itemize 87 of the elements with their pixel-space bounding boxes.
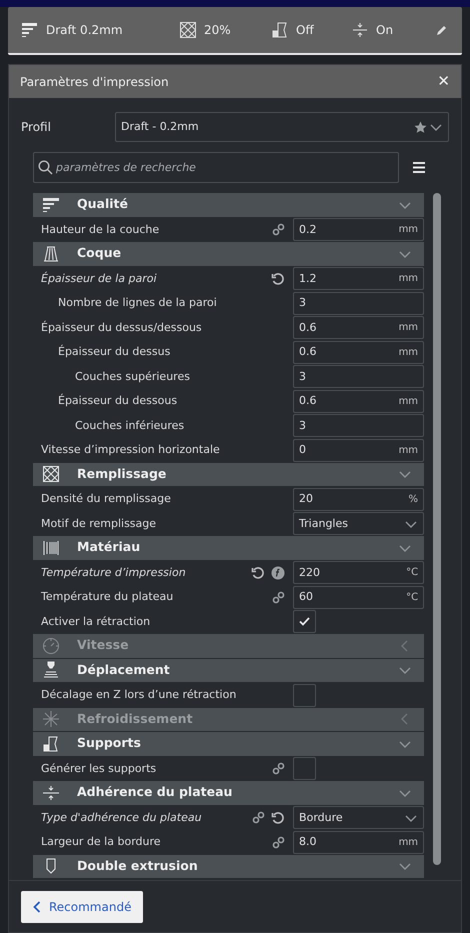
support-icon xyxy=(272,22,288,38)
number-field[interactable]: 0.6 mm xyxy=(293,390,424,413)
pencil-icon[interactable] xyxy=(436,24,448,36)
setting-label: Température du plateau xyxy=(40,589,174,605)
section-header[interactable]: Qualité xyxy=(33,193,424,218)
menu-icon[interactable] xyxy=(413,162,425,173)
number-field[interactable]: 0.6 mm xyxy=(293,340,424,364)
setting-label: Vitesse d’impression horizontale xyxy=(40,442,221,458)
setting-label: Nombre de lignes de la paroi xyxy=(57,295,218,311)
setting-label: Activer la rétraction xyxy=(40,614,152,630)
checkbox[interactable] xyxy=(293,684,316,707)
section-title: Coque xyxy=(77,244,122,262)
section-title: Supports xyxy=(77,734,142,752)
setting-label: Épaisseur du dessus xyxy=(57,344,172,360)
number-field[interactable]: 3 xyxy=(293,292,424,315)
adhesion-summary: On xyxy=(376,22,394,39)
setting-label: Épaisseur du dessus/dessous xyxy=(40,320,203,336)
section-header[interactable]: Supports xyxy=(33,732,424,756)
check-icon xyxy=(299,617,310,626)
section-header[interactable]: Déplacement xyxy=(33,658,424,683)
section-title: Refroidissement xyxy=(77,710,194,728)
section-header[interactable]: Coque xyxy=(33,242,424,266)
dropdown[interactable]: Bordure xyxy=(293,806,424,830)
section-header[interactable]: Matériau xyxy=(33,536,424,560)
infill-icon xyxy=(180,22,196,38)
scrollbar[interactable] xyxy=(433,193,441,865)
support-icon xyxy=(42,734,60,753)
shell-icon xyxy=(42,244,60,263)
setting-label: Hauteur de la couche xyxy=(40,222,160,238)
search-field[interactable]: paramètres de recherche xyxy=(33,152,399,183)
gauge-icon xyxy=(42,636,60,655)
layers-icon xyxy=(22,22,38,38)
panel-title: Paramètres d'impression xyxy=(20,74,169,90)
setting-label: Type d'adhérence du plateau xyxy=(40,810,203,826)
profile-summary: Draft 0.2mm xyxy=(46,22,124,39)
infill-summary: 20% xyxy=(204,22,232,39)
section-title: Qualité xyxy=(77,195,129,214)
setting-label: Couches inférieures xyxy=(74,418,186,434)
number-field[interactable]: 220 °C xyxy=(293,561,424,584)
section-title: Adhérence du plateau xyxy=(77,783,234,802)
checkbox[interactable] xyxy=(293,610,316,634)
recommended-button[interactable]: Recommandé xyxy=(21,890,144,922)
chevron-left-icon xyxy=(33,900,41,912)
section-title: Vitesse xyxy=(77,636,130,654)
setting-label: Densité du remplissage xyxy=(40,491,172,507)
checkbox[interactable] xyxy=(293,757,316,780)
nozzle-icon xyxy=(42,661,60,680)
profile-label: Profil xyxy=(21,119,52,136)
section-header[interactable]: Remplissage xyxy=(33,462,424,487)
section-title: Matériau xyxy=(77,538,142,556)
section-title: Remplissage xyxy=(77,464,168,483)
setting-label: Couches supérieures xyxy=(74,368,191,384)
setting-label: Générer les supports xyxy=(40,760,158,776)
star-icon xyxy=(414,120,427,134)
infill-icon xyxy=(42,465,60,484)
section-title: Double extrusion xyxy=(77,856,199,875)
setting-label: Décalage en Z lors d’une rétraction xyxy=(40,687,238,703)
dropdown[interactable]: Triangles xyxy=(293,512,424,536)
reset-icon[interactable] xyxy=(251,566,266,580)
number-field[interactable]: 20 % xyxy=(293,488,424,511)
setting-label: Température d’impression xyxy=(40,564,187,580)
section-header[interactable]: Double extrusion xyxy=(33,854,424,879)
support-summary: Off xyxy=(296,22,315,39)
section-title: Déplacement xyxy=(77,660,171,679)
adhesion-icon xyxy=(42,784,60,802)
setting-label: Épaisseur de la paroi xyxy=(40,270,158,286)
number-field[interactable]: 60 °C xyxy=(293,586,424,609)
layers-icon xyxy=(42,196,60,214)
number-field[interactable]: 3 xyxy=(293,365,424,388)
reset-icon[interactable] xyxy=(271,272,286,286)
reset-icon[interactable] xyxy=(271,810,286,825)
number-field[interactable]: 1.2 mm xyxy=(293,267,424,290)
adhesion-icon xyxy=(352,22,368,38)
number-field[interactable]: 0.6 mm xyxy=(293,316,424,340)
spool-icon xyxy=(42,538,60,557)
search-icon xyxy=(38,160,53,175)
number-field[interactable]: 0.2 mm xyxy=(293,218,424,242)
setting-label: Motif de remplissage xyxy=(40,516,158,532)
profile-dropdown[interactable]: Draft - 0.2mm xyxy=(115,112,449,142)
number-field[interactable]: 3 xyxy=(293,414,424,438)
number-field[interactable]: 0 mm xyxy=(293,438,424,462)
setting-label: Largeur de la bordure xyxy=(40,834,162,850)
section-header[interactable]: Adhérence du plateau xyxy=(33,781,424,806)
close-button[interactable]: ✕ xyxy=(437,74,450,89)
number-field[interactable]: 8.0 mm xyxy=(293,830,424,854)
fan-icon xyxy=(42,710,60,728)
setting-label: Épaisseur du dessous xyxy=(57,393,178,409)
